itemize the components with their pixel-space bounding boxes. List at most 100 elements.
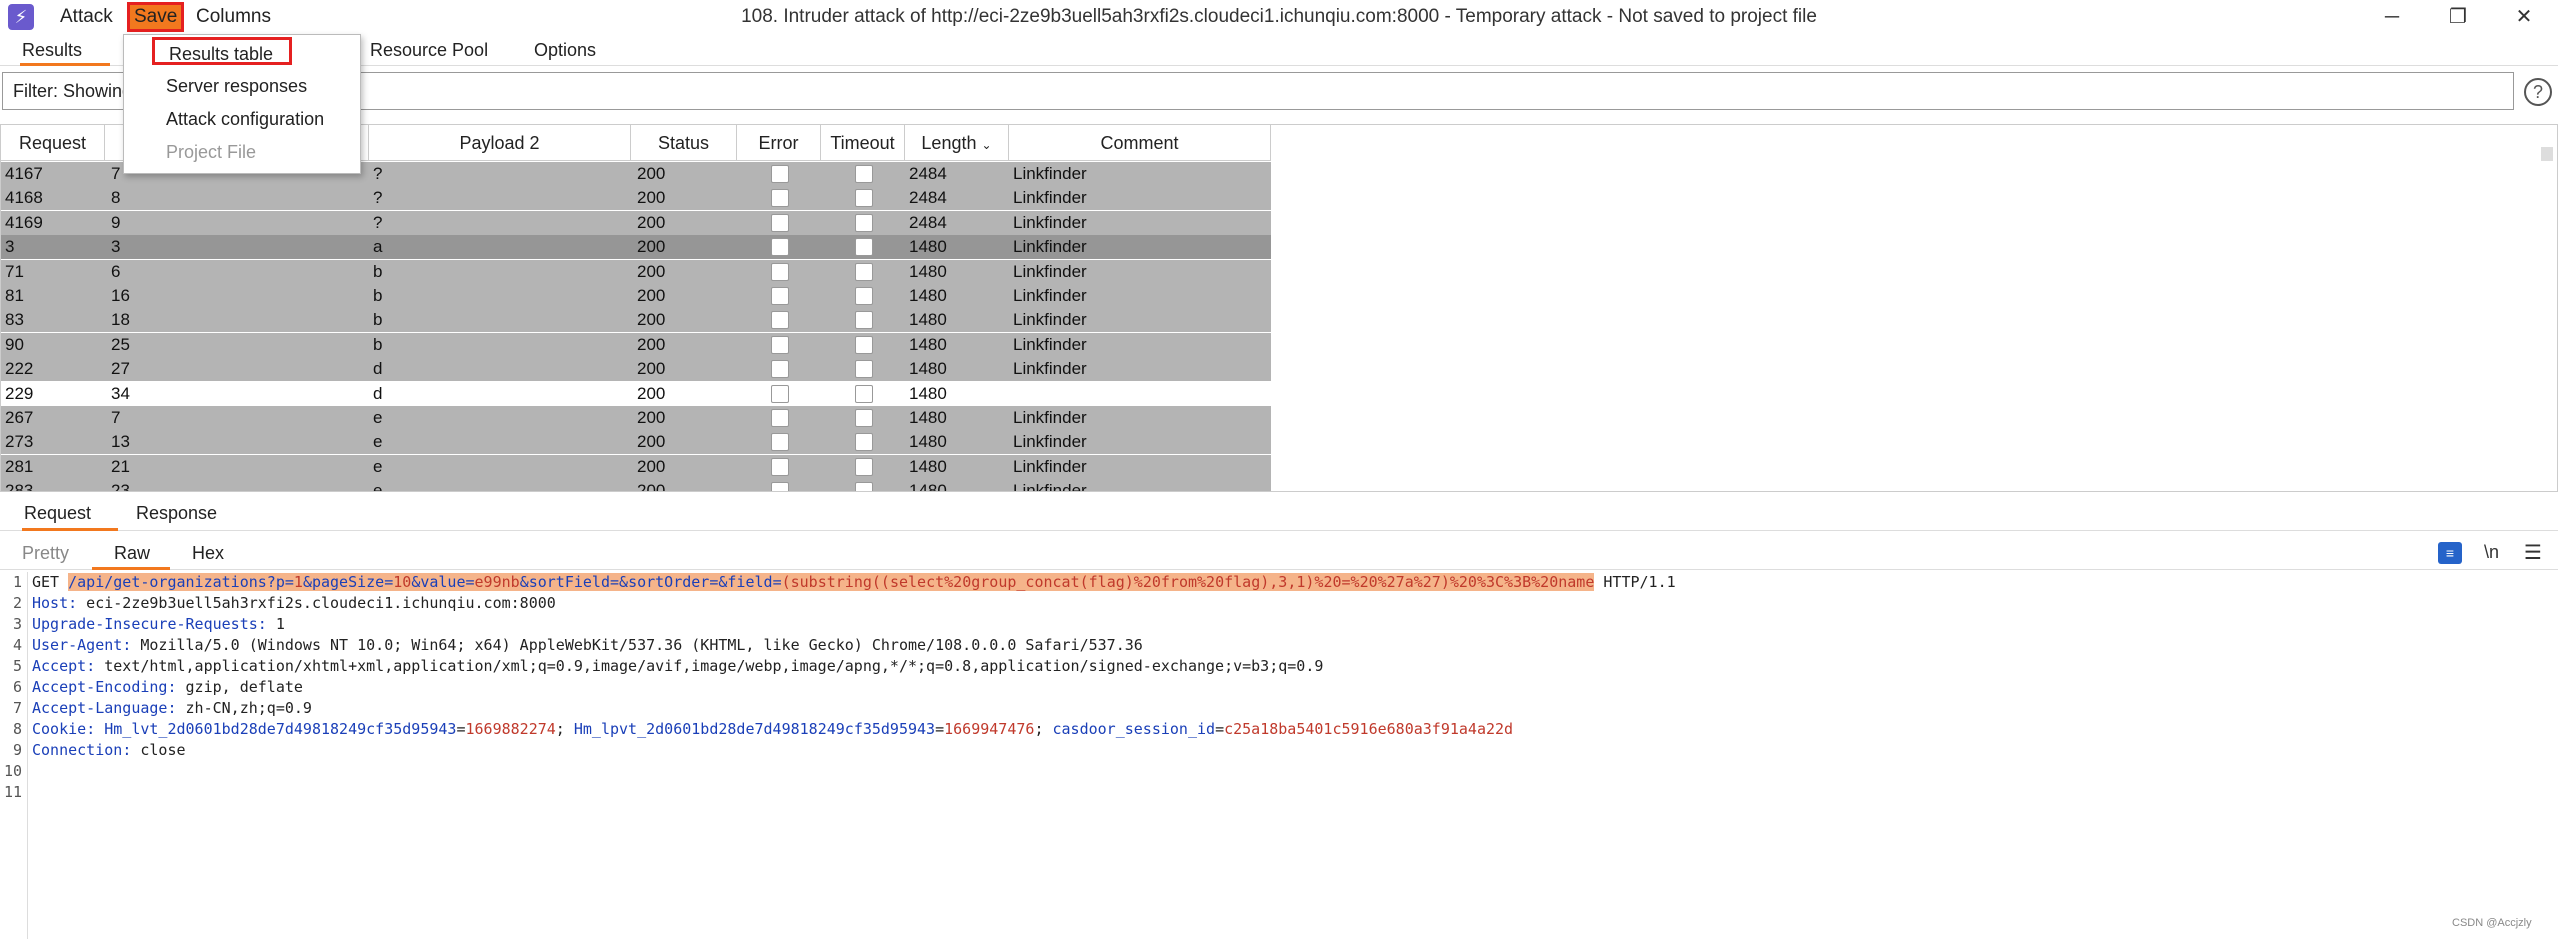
- window-title: 108. Intruder attack of http://eci-2ze9b…: [741, 6, 1817, 27]
- tab-hex[interactable]: Hex: [192, 542, 224, 570]
- timeout-checkbox[interactable]: [855, 287, 873, 305]
- error-checkbox[interactable]: [771, 189, 789, 208]
- cell-payload-2: b: [373, 286, 383, 305]
- param-name: pageSize: [311, 573, 385, 591]
- newline-toggle-icon[interactable]: \n: [2484, 542, 2499, 563]
- timeout-checkbox[interactable]: [855, 360, 873, 379]
- error-checkbox[interactable]: [771, 433, 789, 452]
- menu-item-results-table[interactable]: Results table: [152, 37, 292, 65]
- column-header-timeout[interactable]: Timeout: [821, 125, 905, 161]
- view-mode-tabs: Pretty Raw Hex: [0, 536, 2558, 570]
- timeout-checkbox[interactable]: [855, 238, 873, 257]
- column-header-request[interactable]: Request: [1, 125, 105, 161]
- cell-comment: Linkfinder: [1013, 456, 1087, 476]
- menu-attack[interactable]: Attack: [56, 5, 117, 29]
- timeout-checkbox[interactable]: [855, 311, 873, 330]
- cell-request: 229: [5, 383, 34, 403]
- table-row[interactable]: 83 18 b 200 1480 Linkfinder: [1, 308, 1271, 333]
- table-row[interactable]: 71 6 b 200 1480 Linkfinder: [1, 259, 1271, 284]
- cookie-value: 1669947476: [944, 720, 1035, 738]
- cell-length: 1480: [909, 286, 947, 305]
- table-row[interactable]: 222 27 d 200 1480 Linkfinder: [1, 357, 1271, 382]
- error-checkbox[interactable]: [771, 384, 789, 403]
- title-bar: ⚡ Attack Save Columns 108. Intruder atta…: [0, 0, 2558, 34]
- timeout-checkbox[interactable]: [855, 189, 873, 208]
- header-name: User-Agent: [32, 636, 123, 654]
- tab-response[interactable]: Response: [136, 501, 217, 531]
- error-checkbox[interactable]: [771, 213, 789, 232]
- tab-results[interactable]: Results: [20, 38, 110, 66]
- hamburger-menu-icon[interactable]: ☰: [2524, 540, 2542, 565]
- timeout-checkbox[interactable]: [855, 262, 873, 281]
- table-row[interactable]: 281 21 e 200 1480 Linkfinder: [1, 454, 1271, 479]
- table-scrollbar[interactable]: [2541, 147, 2553, 161]
- table-row[interactable]: 81 16 b 200 1480 Linkfinder: [1, 284, 1271, 308]
- timeout-checkbox[interactable]: [855, 482, 873, 491]
- menu-item-attack-configuration[interactable]: Attack configuration: [166, 105, 324, 133]
- cell-length: 1480: [909, 359, 947, 379]
- param-value: (substring((select%20group_concat(flag)%…: [781, 573, 1595, 591]
- column-header-payload-2[interactable]: Payload 2: [369, 125, 631, 161]
- header-value: gzip, deflate: [176, 678, 303, 696]
- error-checkbox[interactable]: [771, 360, 789, 379]
- table-row[interactable]: 90 25 b 200 1480 Linkfinder: [1, 332, 1271, 357]
- tab-raw[interactable]: Raw: [92, 542, 170, 570]
- code-line: Connection: close: [32, 740, 186, 761]
- table-row[interactable]: 3 3 a 200 1480 Linkfinder: [1, 235, 1271, 260]
- save-menu-dropdown: Results table Server responses Attack co…: [123, 34, 361, 174]
- filter-bar[interactable]: Filter: Showing: [2, 72, 2514, 110]
- cell-status: 200: [637, 408, 666, 427]
- table-row[interactable]: 267 7 e 200 1480 Linkfinder: [1, 406, 1271, 430]
- table-row[interactable]: 273 13 e 200 1480 Linkfinder: [1, 430, 1271, 455]
- menu-item-server-responses[interactable]: Server responses: [166, 72, 307, 100]
- header-name: Accept-Language: [32, 699, 168, 717]
- request-path: /api/get-organizations?p=1&pageSize=10&v…: [68, 573, 1595, 591]
- request-editor[interactable]: 1 2 3 4 5 6 7 8 9 10 11 GET /api/get-organizations…: [0, 572, 2558, 939]
- error-checkbox[interactable]: [771, 262, 789, 281]
- table-row[interactable]: 4169 9? 200 2484 Linkfinder: [1, 210, 1271, 235]
- code-line: Accept-Language: zh-CN,zh;q=0.9: [32, 698, 312, 719]
- menu-columns[interactable]: Columns: [192, 5, 275, 29]
- column-header-status[interactable]: Status: [631, 125, 737, 161]
- maximize-icon[interactable]: ❐: [2438, 2, 2478, 32]
- timeout-checkbox[interactable]: [855, 335, 873, 354]
- table-row[interactable]: 229 34 d 200 1480: [1, 381, 1271, 406]
- error-checkbox[interactable]: [771, 335, 789, 354]
- column-header-comment[interactable]: Comment: [1009, 125, 1271, 161]
- tab-options[interactable]: Options: [534, 38, 596, 66]
- burp-logo-icon: ⚡: [8, 4, 34, 30]
- timeout-checkbox[interactable]: [855, 457, 873, 476]
- param-equals: =: [772, 573, 782, 591]
- column-header-length[interactable]: Length ⌄: [905, 125, 1009, 161]
- cookie-value: c25a18ba5401c5916e680a3f91a4a22d: [1224, 720, 1514, 738]
- menu-save[interactable]: Save: [126, 2, 185, 32]
- error-checkbox[interactable]: [771, 482, 789, 491]
- error-checkbox[interactable]: [771, 409, 789, 427]
- error-checkbox[interactable]: [771, 457, 789, 476]
- tab-pretty[interactable]: Pretty: [22, 542, 69, 570]
- table-row[interactable]: 4168 8? 200 2484 Linkfinder: [1, 186, 1271, 211]
- table-row[interactable]: 283 23 e 200 1480 Linkfinder: [1, 479, 1271, 491]
- word-wrap-icon[interactable]: ≡: [2438, 542, 2462, 564]
- close-icon[interactable]: ✕: [2504, 2, 2544, 32]
- cell-comment: Linkfinder: [1013, 359, 1087, 379]
- error-checkbox[interactable]: [771, 165, 789, 183]
- timeout-checkbox[interactable]: [855, 213, 873, 232]
- timeout-checkbox[interactable]: [855, 384, 873, 403]
- timeout-checkbox[interactable]: [855, 433, 873, 452]
- tab-resource-pool[interactable]: Resource Pool: [370, 38, 488, 66]
- line-number: 3: [12, 615, 22, 633]
- header-colon: :: [86, 657, 96, 675]
- column-header-error[interactable]: Error: [737, 125, 821, 161]
- cell-status: 200: [637, 456, 666, 476]
- help-icon[interactable]: ?: [2524, 78, 2552, 106]
- timeout-checkbox[interactable]: [855, 165, 873, 183]
- cell-request: 267: [5, 408, 34, 427]
- error-checkbox[interactable]: [771, 311, 789, 330]
- error-checkbox[interactable]: [771, 287, 789, 305]
- cookie-name: Hm_lpvt_2d0601bd28de7d49818249cf35d95943: [573, 720, 936, 738]
- tab-request[interactable]: Request: [22, 501, 118, 531]
- error-checkbox[interactable]: [771, 238, 789, 257]
- minimize-icon[interactable]: ─: [2372, 2, 2412, 32]
- timeout-checkbox[interactable]: [855, 409, 873, 427]
